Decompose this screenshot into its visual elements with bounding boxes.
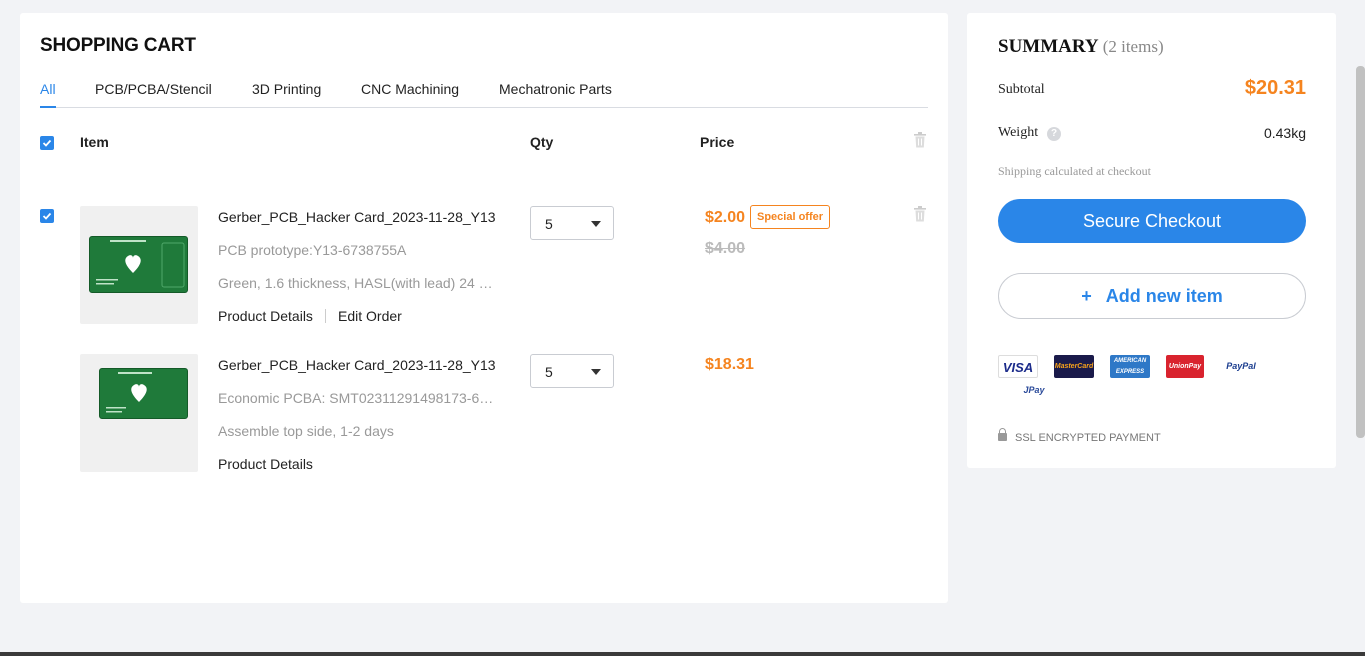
item-2-product-details-link[interactable]: Product Details — [218, 456, 313, 472]
ssl-encrypted-note: SSL ENCRYPTED PAYMENT — [998, 428, 1161, 444]
chevron-down-icon — [591, 221, 601, 227]
item-2-qty-value: 5 — [545, 364, 553, 380]
item-2-thumbnail[interactable] — [80, 354, 198, 472]
plus-icon: + — [1081, 286, 1092, 306]
subtotal-label: Subtotal — [998, 82, 1045, 97]
tab-mechatronic-parts[interactable]: Mechatronic Parts — [499, 81, 612, 108]
item-1-thumbnail[interactable] — [80, 206, 198, 324]
weight-value: 0.43kg — [1263, 125, 1306, 141]
weight-label: Weight — [998, 125, 1039, 140]
secure-checkout-button[interactable]: Secure Checkout — [998, 199, 1306, 243]
item-1-edit-order-link[interactable]: Edit Order — [338, 308, 402, 324]
page-scrollbar[interactable] — [1356, 66, 1365, 438]
item-1-spec: PCB prototype:Y13-6738755A — [218, 242, 407, 258]
item-1-checkbox[interactable] — [40, 209, 54, 223]
special-offer-badge: Special offer — [750, 205, 831, 229]
add-new-item-button[interactable]: + Add new item — [998, 273, 1306, 319]
tab-3d-printing[interactable]: 3D Printing — [252, 81, 321, 108]
item-2-name[interactable]: Gerber_PCB_Hacker Card_2023-11-28_Y13 — [218, 357, 496, 373]
add-new-item-label: Add new item — [1105, 286, 1223, 306]
item-2-spec: Economic PCBA: SMT02311291498173-6… — [218, 390, 494, 406]
item-1-name[interactable]: Gerber_PCB_Hacker Card_2023-11-28_Y13 — [218, 209, 496, 225]
visa-logo-icon: VISA — [998, 355, 1038, 378]
tab-pcb-pcba-stencil[interactable]: PCB/PCBA/Stencil — [95, 81, 212, 108]
summary-title: SUMMARY (2 items) — [998, 36, 1164, 58]
column-item: Item — [80, 134, 109, 150]
pcb-image — [99, 368, 188, 419]
checkmark-icon — [42, 139, 52, 147]
item-1-qty-select[interactable]: 5 — [530, 206, 614, 240]
cart-panel: SHOPPING CART All PCB/PCBA/Stencil 3D Pr… — [20, 13, 948, 603]
item-1-price: $2.00 — [705, 209, 746, 226]
column-price: Price — [700, 134, 735, 150]
help-icon[interactable]: ? — [1047, 127, 1061, 141]
bottom-bar — [0, 652, 1365, 656]
item-1-product-details-link[interactable]: Product Details — [218, 308, 313, 324]
chevron-down-icon — [591, 369, 601, 375]
summary-heading: SUMMARY — [998, 36, 1098, 57]
shipping-note: Shipping calculated at checkout — [998, 164, 1151, 178]
item-2-options: Assemble top side, 1-2 days — [218, 423, 394, 439]
pcb-image — [89, 236, 188, 293]
tab-all[interactable]: All — [40, 81, 56, 108]
jpay-logo-icon: JPay — [1014, 383, 1054, 397]
unionpay-logo-icon: UnionPay — [1166, 355, 1204, 378]
ssl-label: SSL ENCRYPTED PAYMENT — [1015, 432, 1161, 444]
item-1-options: Green, 1.6 thickness, HASL(with lead) 24… — [218, 275, 493, 291]
delete-all-trash-icon[interactable] — [913, 132, 927, 148]
item-2-qty-select[interactable]: 5 — [530, 354, 614, 388]
summary-panel: SUMMARY (2 items) Subtotal $20.31 Weight… — [967, 13, 1336, 468]
select-all-checkbox[interactable] — [40, 136, 54, 150]
summary-item-count: (2 items) — [1102, 37, 1164, 56]
item-1-original-price: $4.00 — [705, 240, 746, 257]
lock-icon — [998, 428, 1007, 441]
pcb-artwork — [106, 372, 152, 413]
category-tabs: All PCB/PCBA/Stencil 3D Printing CNC Mac… — [40, 81, 928, 108]
link-divider — [325, 309, 326, 323]
item-2-price: $18.31 — [705, 356, 754, 373]
amex-logo-icon: AMERICAN EXPRESS — [1110, 355, 1150, 378]
paypal-logo-icon: PayPal — [1219, 355, 1263, 378]
checkmark-icon — [42, 212, 52, 220]
subtotal-value: $20.31 — [1244, 77, 1306, 99]
tab-cnc-machining[interactable]: CNC Machining — [361, 81, 459, 108]
item-1-qty-value: 5 — [545, 216, 553, 232]
cart-title: SHOPPING CART — [40, 35, 196, 56]
column-qty: Qty — [530, 134, 554, 150]
mastercard-logo-icon: MasterCard — [1054, 355, 1094, 378]
pcb-artwork — [96, 240, 185, 288]
item-1-delete-trash-icon[interactable] — [913, 206, 927, 222]
